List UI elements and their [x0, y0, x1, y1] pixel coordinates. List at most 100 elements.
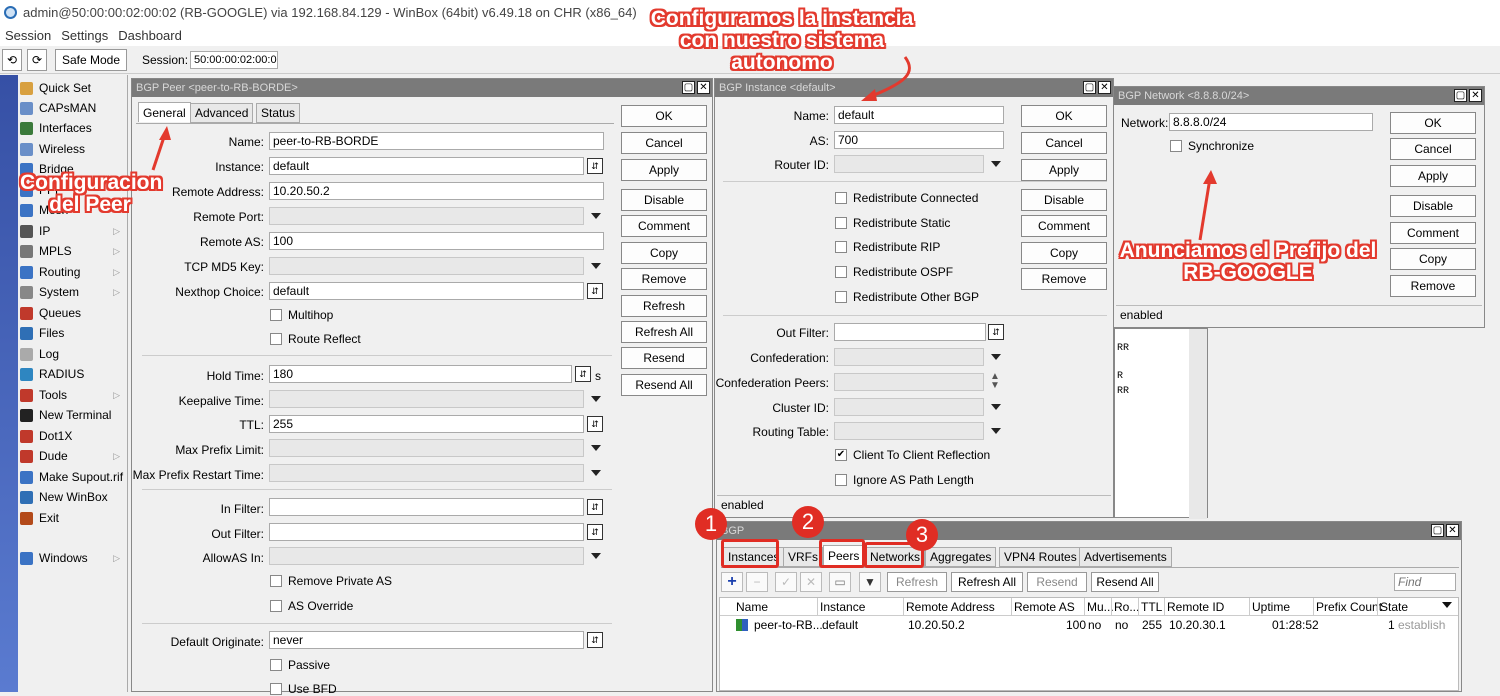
maximize-icon[interactable]: ▢ [1431, 524, 1444, 537]
dropdown-icon[interactable]: ⇵ [575, 366, 591, 382]
chevron-down-icon[interactable] [991, 161, 1001, 167]
column-header[interactable]: Ro... [1114, 600, 1139, 614]
sidebar-item-windows[interactable]: Windows ▷ [20, 548, 126, 568]
column-header[interactable]: Instance [820, 600, 865, 614]
column-separator[interactable] [1164, 598, 1165, 616]
comment-button[interactable]: Comment [1390, 222, 1476, 244]
checkbox-box[interactable] [270, 683, 282, 695]
tab-advertisements[interactable]: Advertisements [1079, 547, 1172, 567]
redo-icon[interactable]: ⟳ [27, 49, 47, 71]
out-filter-field[interactable] [834, 323, 986, 341]
checkbox-box[interactable] [835, 241, 847, 253]
sidebar-item-make-supout-rif[interactable]: Make Supout.rif [20, 467, 126, 487]
apply-button[interactable]: Apply [621, 159, 707, 181]
ok-button[interactable]: OK [621, 105, 707, 127]
safe-mode-button[interactable]: Safe Mode [55, 49, 127, 71]
sidebar-item-new-terminal[interactable]: New Terminal [20, 405, 126, 425]
comment-button[interactable]: Comment [1021, 215, 1107, 237]
use-bfd-checkbox[interactable]: Use BFD [270, 682, 337, 696]
sidebar-item-wireless[interactable]: Wireless [20, 139, 126, 159]
instance-select[interactable]: default [269, 157, 584, 175]
resend-button[interactable]: Resend [1027, 572, 1087, 592]
checkbox-box[interactable] [270, 309, 282, 321]
keepalive-field[interactable] [269, 390, 584, 408]
undo-icon[interactable]: ⟲ [2, 49, 22, 71]
dropdown-icon[interactable]: ⇵ [587, 158, 603, 174]
sidebar-item-files[interactable]: Files [20, 323, 126, 343]
checkbox-box[interactable] [835, 474, 847, 486]
column-header[interactable]: Prefix Count [1316, 600, 1382, 614]
network-field[interactable]: 8.8.8.0/24 [1169, 113, 1373, 131]
disable-button[interactable]: Disable [1021, 189, 1107, 211]
remote-port-field[interactable] [269, 207, 584, 225]
comment-icon[interactable]: ▭ [829, 572, 851, 592]
chevron-down-icon[interactable] [991, 404, 1001, 410]
column-separator[interactable] [1249, 598, 1250, 616]
cancel-button[interactable]: Cancel [1390, 138, 1476, 160]
column-separator[interactable] [1313, 598, 1314, 616]
column-header[interactable]: TTL [1141, 600, 1162, 614]
remove-icon[interactable]: − [746, 572, 768, 592]
routing-table-field[interactable] [834, 422, 984, 440]
dropdown-icon[interactable]: ⇵ [587, 524, 603, 540]
session-field[interactable]: 50:00:00:02:00:02 [190, 51, 278, 69]
resend-button[interactable]: Resend [621, 347, 707, 369]
chevron-down-icon[interactable] [591, 445, 601, 451]
cluster-id-field[interactable] [834, 398, 984, 416]
refresh-button[interactable]: Refresh [621, 295, 707, 317]
resend-all-button[interactable]: Resend All [1091, 572, 1159, 592]
allowas-field[interactable] [269, 547, 584, 565]
checkbox-box[interactable] [270, 659, 282, 671]
apply-button[interactable]: Apply [1021, 159, 1107, 181]
tab-general[interactable]: General [138, 102, 191, 122]
copy-button[interactable]: Copy [1390, 248, 1476, 270]
client-reflection-checkbox[interactable]: ✔ Client To Client Reflection [835, 448, 990, 462]
sidebar-item-dot1x[interactable]: Dot1X [20, 426, 126, 446]
redistribute-checkbox[interactable]: Redistribute Other BGP [835, 290, 979, 304]
as-field[interactable]: 700 [834, 131, 1004, 149]
ttl-field[interactable]: 255 [269, 415, 584, 433]
sidebar-item-quick-set[interactable]: Quick Set [20, 78, 126, 98]
sidebar-item-log[interactable]: Log [20, 344, 126, 364]
maximize-icon[interactable]: ▢ [1454, 89, 1467, 102]
comment-button[interactable]: Comment [621, 215, 707, 237]
checkbox-box[interactable] [835, 192, 847, 204]
max-prefix-restart-field[interactable] [269, 464, 584, 482]
column-separator[interactable] [1084, 598, 1085, 616]
nexthop-select[interactable]: default [269, 282, 584, 300]
tab-vpn4-routes[interactable]: VPN4 Routes [999, 547, 1082, 567]
ok-button[interactable]: OK [1021, 105, 1107, 127]
column-header[interactable]: Remote AS [1014, 600, 1075, 614]
tab-aggregates[interactable]: Aggregates [925, 547, 997, 567]
ignore-as-path-checkbox[interactable]: Ignore AS Path Length [835, 473, 974, 487]
sidebar-item-radius[interactable]: RADIUS [20, 364, 126, 384]
refresh-all-button[interactable]: Refresh All [621, 321, 707, 343]
column-separator[interactable] [1111, 598, 1112, 616]
remote-as-field[interactable]: 100 [269, 232, 604, 250]
column-header[interactable]: Mu... [1087, 600, 1114, 614]
confederation-field[interactable] [834, 348, 984, 366]
column-separator[interactable] [1011, 598, 1012, 616]
route-reflect-checkbox[interactable]: Route Reflect [270, 332, 361, 346]
chevron-down-icon[interactable] [591, 213, 601, 219]
tab-advanced[interactable]: Advanced [190, 103, 254, 123]
passive-checkbox[interactable]: Passive [270, 658, 330, 672]
sidebar-item-routing[interactable]: Routing ▷ [20, 262, 126, 282]
cancel-button[interactable]: Cancel [621, 132, 707, 154]
chevron-down-icon[interactable] [591, 553, 601, 559]
column-header[interactable]: Name [736, 600, 768, 614]
close-icon[interactable]: ✕ [1098, 81, 1111, 94]
spinner-icon[interactable]: ▲ ▼ [990, 372, 1000, 391]
menu-dashboard[interactable]: Dashboard [113, 28, 187, 43]
resend-all-button[interactable]: Resend All [621, 374, 707, 396]
disable-button[interactable]: Disable [621, 189, 707, 211]
column-separator[interactable] [1138, 598, 1139, 616]
sidebar-item-interfaces[interactable]: Interfaces [20, 118, 126, 138]
close-icon[interactable]: ✕ [1446, 524, 1459, 537]
redistribute-checkbox[interactable]: Redistribute RIP [835, 240, 940, 254]
disable-button[interactable]: Disable [1390, 195, 1476, 217]
column-header[interactable]: Uptime [1252, 600, 1290, 614]
chevron-down-icon[interactable] [591, 396, 601, 402]
sidebar-item-tools[interactable]: Tools ▷ [20, 385, 126, 405]
router-id-field[interactable] [834, 155, 984, 173]
